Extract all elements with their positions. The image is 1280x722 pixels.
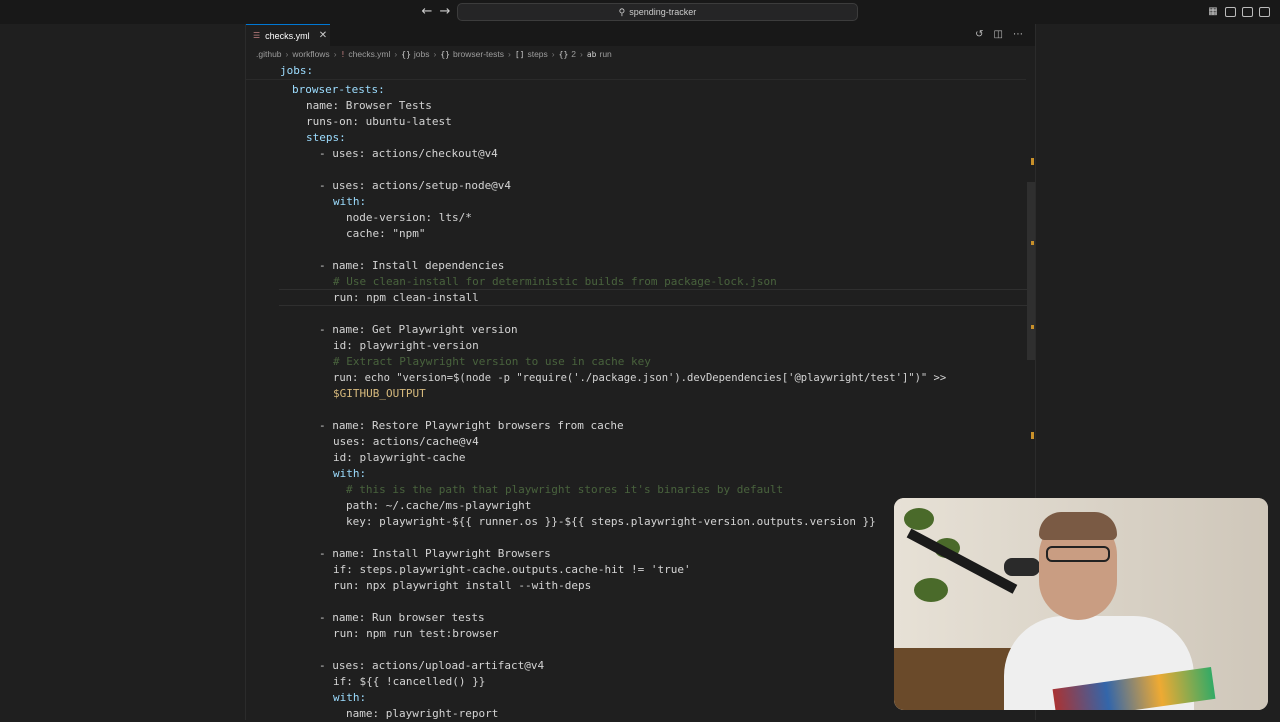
code-line: run: npm run test:browser bbox=[333, 627, 499, 640]
code-line-current: run: npm clean-install bbox=[333, 291, 479, 304]
microphone-icon bbox=[1004, 558, 1040, 576]
code-line: - name: Run browser tests bbox=[319, 611, 485, 624]
code-line: - name: Install dependencies bbox=[319, 259, 505, 272]
code-line: run: echo "version=$(node -p "require('.… bbox=[333, 372, 947, 384]
code-line: name: Browser Tests bbox=[306, 99, 432, 112]
command-center-search[interactable]: ⚲ spending-tracker bbox=[457, 3, 858, 21]
code-line: - uses: actions/upload-artifact@v4 bbox=[319, 659, 545, 672]
scrollbar-thumb[interactable] bbox=[1027, 182, 1035, 360]
search-icon: ⚲ bbox=[618, 6, 626, 17]
code-line: if: steps.playwright-cache.outputs.cache… bbox=[333, 563, 691, 576]
code-line: id: playwright-version bbox=[333, 339, 479, 352]
code-line: with: bbox=[333, 467, 367, 480]
code-line: runs-on: ubuntu-latest bbox=[306, 115, 452, 128]
code-line: - name: Install Playwright Browsers bbox=[319, 547, 551, 560]
code-line: path: ~/.cache/ms-playwright bbox=[346, 499, 532, 512]
arrow-left-icon[interactable]: ← bbox=[419, 4, 435, 20]
code-line: cache: "npm" bbox=[346, 227, 426, 240]
plant-leaf bbox=[914, 578, 948, 602]
code-comment: # this is the path that playwright store… bbox=[346, 483, 784, 496]
code-line: if: ${{ !cancelled() }} bbox=[333, 675, 486, 688]
code-line: - name: Restore Playwright browsers from… bbox=[319, 419, 624, 432]
customize-layout-icon[interactable]: ▦ bbox=[1206, 5, 1220, 19]
code-line: with: bbox=[333, 195, 367, 208]
toggle-panel-icon[interactable] bbox=[1240, 5, 1254, 19]
code-comment: # Extract Playwright version to use in c… bbox=[333, 355, 651, 368]
toggle-primary-sidebar-icon[interactable] bbox=[1223, 5, 1237, 19]
title-bar: ← → ⚲ spending-tracker ▦ bbox=[0, 0, 1280, 24]
workspace-name: spending-tracker bbox=[629, 7, 697, 17]
toggle-secondary-sidebar-icon[interactable] bbox=[1257, 5, 1271, 19]
code-line: - uses: actions/checkout@v4 bbox=[319, 147, 498, 160]
code-line: uses: actions/cache@v4 bbox=[333, 435, 479, 448]
code-line: id: playwright-cache bbox=[333, 451, 466, 464]
code-line: steps: bbox=[306, 131, 346, 144]
code-comment: # Use clean-install for deterministic bu… bbox=[333, 275, 777, 288]
code-line: $GITHUB_OUTPUT bbox=[333, 387, 426, 400]
code-line: jobs: bbox=[280, 64, 314, 77]
arrow-right-icon[interactable]: → bbox=[437, 4, 453, 20]
glasses bbox=[1046, 546, 1110, 562]
sticky-scroll[interactable]: jobs: bbox=[246, 62, 1026, 80]
code-line: with: bbox=[333, 691, 367, 704]
person-hair bbox=[1039, 512, 1117, 540]
overview-ruler-marker bbox=[1031, 158, 1034, 165]
webcam-overlay bbox=[894, 498, 1268, 710]
code-line: key: playwright-${{ runner.os }}-${{ ste… bbox=[346, 515, 876, 528]
code-line: run: npx playwright install --with-deps bbox=[333, 579, 592, 592]
overview-ruler-marker bbox=[1031, 325, 1034, 329]
code-line: node-version: lts/* bbox=[346, 211, 472, 224]
overview-ruler-marker bbox=[1031, 241, 1034, 245]
overview-ruler-marker bbox=[1031, 432, 1034, 439]
code-line: - uses: actions/setup-node@v4 bbox=[319, 179, 512, 192]
plant-leaf bbox=[904, 508, 934, 530]
code-line: browser-tests: bbox=[292, 83, 385, 96]
code-line: - name: Get Playwright version bbox=[319, 323, 518, 336]
